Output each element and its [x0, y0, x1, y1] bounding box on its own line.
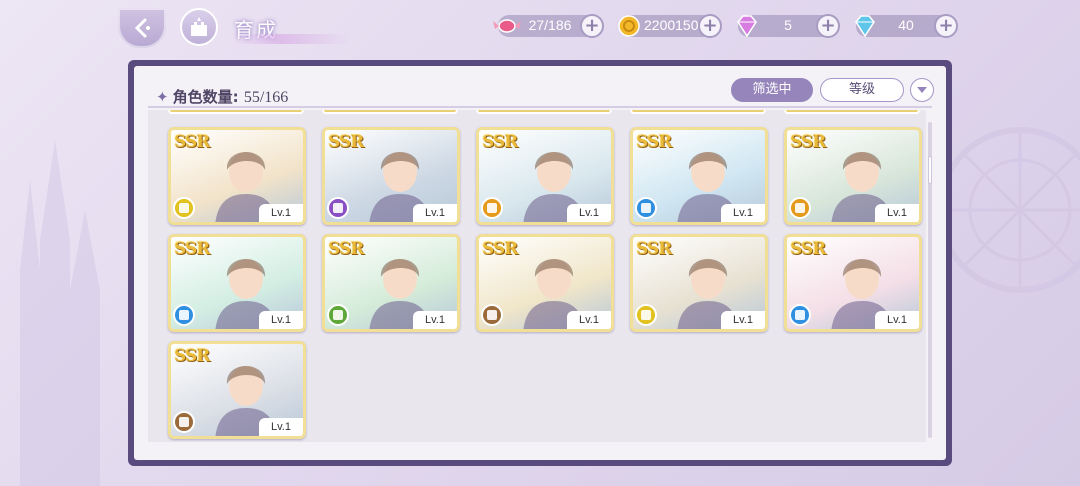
rarity-label: SSR — [790, 239, 826, 259]
role-glyph — [641, 203, 651, 213]
filter-button[interactable]: 筛选中 — [731, 78, 813, 102]
role-icon — [481, 197, 503, 219]
role-glyph — [641, 310, 651, 320]
level-label: Lv.1 — [259, 204, 303, 222]
role-glyph — [179, 203, 189, 213]
rarity-label: SSR — [790, 132, 826, 152]
rarity-label: SSR — [482, 132, 518, 152]
level-label: Lv.1 — [259, 418, 303, 436]
scrollbar-thumb[interactable] — [928, 156, 932, 184]
back-arrow-icon — [134, 18, 150, 38]
rarity-label: SSR — [636, 239, 672, 259]
candy-value: 27/186 — [528, 17, 572, 33]
level-label: Lv.1 — [567, 204, 611, 222]
character-grid[interactable]: SSR Lv.1 SSR Lv.1 SSR Lv.1 SSR Lv.1 SSR Lv.1 SSR Lv… — [148, 110, 926, 442]
chevron-down-icon — [917, 87, 927, 93]
level-label: Lv.1 — [413, 204, 457, 222]
sort-direction-button[interactable] — [910, 78, 934, 102]
header-divider — [148, 106, 932, 108]
role-glyph — [179, 310, 189, 320]
role-icon — [327, 197, 349, 219]
grid-scrollbar[interactable] — [928, 122, 932, 438]
character-count-label: 角色数量: — [172, 88, 239, 106]
add-blue-gem-button[interactable]: + — [934, 14, 958, 38]
candy-icon — [493, 19, 521, 33]
role-glyph — [333, 203, 343, 213]
role-icon — [789, 197, 811, 219]
blue-gem-resource: 40 + — [855, 14, 958, 38]
sparkle-icon: ✦ — [156, 88, 169, 106]
pink-gem-value: 5 — [784, 17, 792, 33]
rarity-label: SSR — [328, 239, 364, 259]
role-glyph — [179, 417, 189, 427]
role-icon — [327, 304, 349, 326]
rarity-label: SSR — [174, 239, 210, 259]
gold-coin-icon — [618, 15, 640, 37]
level-label: Lv.1 — [721, 204, 765, 222]
pink-gem-resource: 5 + — [737, 14, 840, 38]
rarity-label: SSR — [328, 132, 364, 152]
role-glyph — [795, 310, 805, 320]
previous-row-card-edge — [630, 110, 766, 114]
role-glyph — [487, 203, 497, 213]
add-candy-button[interactable]: + — [580, 14, 604, 38]
previous-row-card-edge — [784, 110, 920, 114]
character-card[interactable]: SSR Lv.1 — [630, 234, 768, 332]
character-count-value: 55/166 — [243, 89, 289, 106]
role-glyph — [795, 203, 805, 213]
role-glyph — [487, 310, 497, 320]
role-icon — [481, 304, 503, 326]
character-count: ✦ 角色数量: 55/166 — [156, 86, 288, 107]
role-icon — [173, 197, 195, 219]
level-label: Lv.1 — [259, 311, 303, 329]
rarity-label: SSR — [636, 132, 672, 152]
role-icon — [173, 304, 195, 326]
gold-resource: 2200150 + — [618, 14, 722, 38]
pink-diamond-icon — [737, 15, 757, 38]
gold-value: 2200150 — [644, 17, 699, 33]
character-card[interactable]: SSR Lv.1 — [168, 127, 306, 225]
previous-row-card-edge — [476, 110, 612, 114]
role-glyph — [333, 310, 343, 320]
character-card[interactable]: SSR Lv.1 — [168, 341, 306, 439]
blue-gem-value: 40 — [898, 17, 914, 33]
candy-resource: 27/186 + — [493, 14, 604, 38]
character-card[interactable]: SSR Lv.1 — [630, 127, 768, 225]
sort-button[interactable]: 等级 — [820, 78, 904, 102]
blue-diamond-icon — [855, 15, 875, 38]
add-pink-gem-button[interactable]: + — [816, 14, 840, 38]
castle-icon — [191, 17, 207, 36]
previous-row-card-edge — [168, 110, 304, 114]
title-decoration — [234, 34, 350, 44]
level-label: Lv.1 — [875, 311, 919, 329]
rarity-label: SSR — [482, 239, 518, 259]
level-label: Lv.1 — [567, 311, 611, 329]
character-card[interactable]: SSR Lv.1 — [476, 234, 614, 332]
character-card[interactable]: SSR Lv.1 — [784, 127, 922, 225]
character-card[interactable]: SSR Lv.1 — [784, 234, 922, 332]
rarity-label: SSR — [174, 132, 210, 152]
level-label: Lv.1 — [875, 204, 919, 222]
previous-row-card-edge — [322, 110, 458, 114]
castle-silhouette — [20, 140, 100, 486]
role-icon — [789, 304, 811, 326]
rarity-label: SSR — [174, 346, 210, 366]
back-button[interactable] — [118, 8, 166, 48]
role-icon — [635, 304, 657, 326]
role-icon — [173, 411, 195, 433]
character-card[interactable]: SSR Lv.1 — [168, 234, 306, 332]
character-panel-inner: ✦ 角色数量: 55/166 筛选中 等级 SSR Lv.1 SSR Lv.1 SSR Lv… — [134, 66, 946, 460]
character-panel: ✦ 角色数量: 55/166 筛选中 等级 SSR Lv.1 SSR Lv.1 SSR Lv… — [128, 60, 952, 466]
level-label: Lv.1 — [721, 311, 765, 329]
add-gold-button[interactable]: + — [698, 14, 722, 38]
home-button[interactable] — [180, 8, 218, 46]
character-card[interactable]: SSR Lv.1 — [322, 127, 460, 225]
level-label: Lv.1 — [413, 311, 457, 329]
character-card[interactable]: SSR Lv.1 — [322, 234, 460, 332]
character-card[interactable]: SSR Lv.1 — [476, 127, 614, 225]
role-icon — [635, 197, 657, 219]
